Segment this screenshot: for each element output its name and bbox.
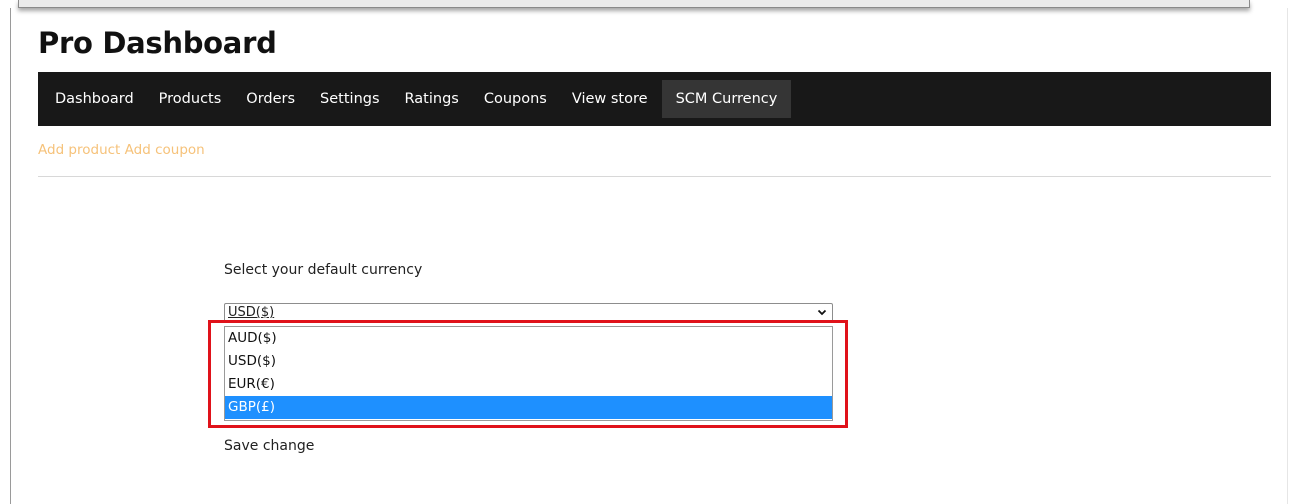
nav-item-ratings[interactable]: Ratings [394, 80, 470, 118]
currency-select-value: USD($) [228, 305, 275, 320]
nav-item-coupons[interactable]: Coupons [473, 80, 558, 118]
sub-links: Add product Add coupon [38, 142, 205, 158]
chevron-down-icon [817, 309, 827, 316]
nav-item-scm-currency[interactable]: SCM Currency [661, 80, 792, 118]
nav-item-settings[interactable]: Settings [309, 80, 390, 118]
nav-item-orders[interactable]: Orders [235, 80, 306, 118]
window-edge [18, 0, 1250, 8]
currency-select-label: Select your default currency [224, 262, 423, 278]
save-change-button[interactable]: Save change [224, 438, 314, 454]
divider [38, 176, 1271, 177]
frame-border-left [10, 8, 11, 504]
frame-border-right [1287, 8, 1288, 504]
add-coupon-link[interactable]: Add coupon [125, 142, 205, 158]
nav-item-dashboard[interactable]: Dashboard [44, 80, 145, 118]
page-title: Pro Dashboard [38, 26, 277, 60]
add-product-link[interactable]: Add product [38, 142, 120, 158]
annotation-highlight-box [208, 320, 848, 428]
nav-item-products[interactable]: Products [148, 80, 233, 118]
nav-item-view-store[interactable]: View store [561, 80, 659, 118]
main-navbar: Dashboard Products Orders Settings Ratin… [38, 72, 1271, 126]
